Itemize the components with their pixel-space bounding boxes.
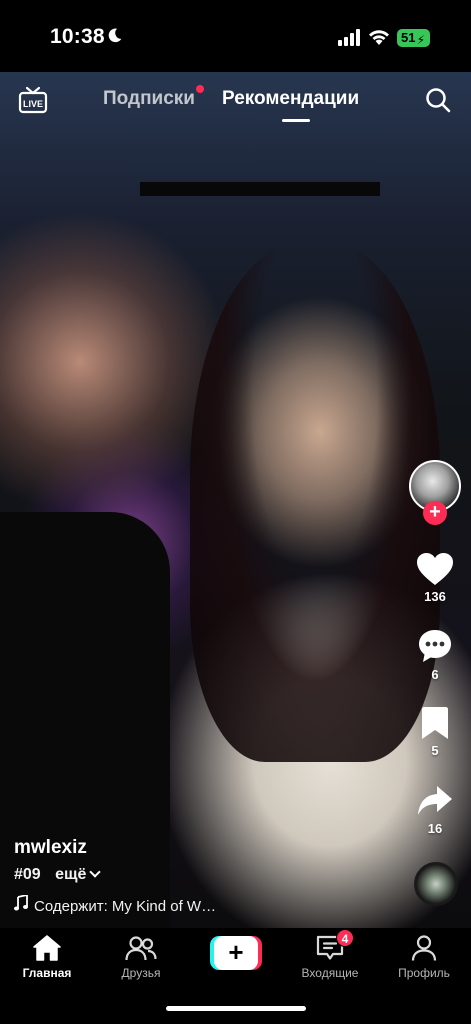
nav-home-label: Главная (22, 966, 72, 980)
chevron-down-icon (89, 866, 102, 878)
background-window-frame (140, 182, 380, 196)
active-tab-indicator (282, 119, 310, 122)
nav-home[interactable]: Главная (7, 934, 87, 980)
share-count: 16 (427, 821, 443, 836)
wifi-icon (369, 30, 389, 45)
inbox-badge: 4 (336, 929, 354, 947)
like-count: 136 (424, 589, 446, 604)
like-button[interactable]: 136 (410, 552, 460, 604)
profile-icon (411, 935, 437, 961)
battery-indicator: 51 ⚡ (397, 29, 430, 47)
create-button[interactable]: + (210, 936, 262, 970)
status-bar: 10:38 51 ⚡ (0, 0, 471, 72)
new-content-dot (196, 85, 204, 93)
save-button[interactable]: 5 (410, 706, 460, 758)
tab-for-you[interactable]: Рекомендации (222, 88, 359, 110)
sound-label: Содержит: My Kind of W… (34, 898, 217, 915)
home-icon (33, 935, 61, 961)
video-player[interactable] (0, 72, 471, 928)
save-count: 5 (431, 743, 439, 758)
bookmark-icon (422, 707, 448, 739)
share-icon (418, 786, 452, 815)
video-subject (190, 242, 440, 762)
nav-profile[interactable]: Профиль (384, 934, 464, 980)
status-time: 10:38 (50, 25, 105, 48)
battery-level: 51 (401, 30, 416, 45)
svg-text:LIVE: LIVE (23, 99, 43, 109)
music-note-icon (14, 895, 28, 911)
top-nav: LIVE Подписки Рекомендации (0, 72, 471, 132)
heart-icon (417, 553, 453, 585)
comment-count: 6 (431, 667, 439, 682)
more-button[interactable]: ещё (55, 866, 86, 883)
share-button[interactable]: 16 (410, 784, 460, 836)
charging-icon: ⚡ (416, 33, 425, 47)
caption-hashtag[interactable]: #09 (14, 866, 41, 883)
comment-button[interactable]: 6 (410, 628, 460, 682)
post-caption[interactable]: #09 ещё (14, 866, 102, 884)
moon-icon (108, 28, 122, 43)
sound-row[interactable]: Содержит: My Kind of W… (14, 895, 216, 915)
nav-inbox-label: Входящие (301, 966, 359, 980)
nav-friends[interactable]: Друзья (101, 934, 181, 980)
nav-friends-label: Друзья (121, 966, 161, 980)
nav-profile-label: Профиль (398, 966, 450, 980)
live-tv-icon[interactable]: LIVE (18, 86, 48, 114)
plus-icon: + (429, 501, 441, 523)
plus-icon: + (214, 936, 258, 970)
search-icon[interactable] (425, 87, 451, 113)
tab-following[interactable]: Подписки (103, 88, 195, 110)
music-disc[interactable] (414, 862, 458, 906)
nav-inbox[interactable]: Входящие (290, 934, 370, 980)
creator-username[interactable]: mwlexiz (14, 837, 87, 859)
follow-button[interactable]: + (423, 501, 447, 525)
signal-icon (338, 29, 360, 46)
friends-icon (125, 936, 157, 961)
comment-icon (419, 630, 451, 662)
home-indicator (166, 1006, 306, 1011)
